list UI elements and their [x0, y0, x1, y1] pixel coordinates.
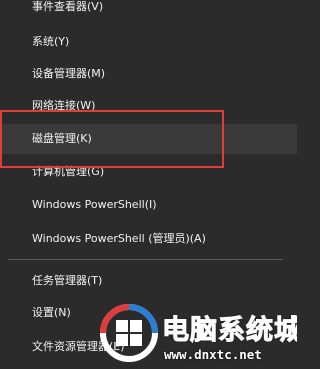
windows-logo-icon — [100, 304, 158, 362]
menu-separator — [8, 259, 283, 260]
watermark-url: www.dnxtc.net — [164, 347, 262, 362]
menu-item-event-viewer[interactable]: 事件查看器(V) — [0, 0, 297, 22]
winx-context-menu: 事件查看器(V) 系统(Y) 设备管理器(M) 网络连接(W) 磁盘管理(K) … — [0, 0, 297, 369]
watermark: 电脑系统城 www.dnxtc.net — [100, 304, 297, 369]
menu-item-task-manager[interactable]: 任务管理器(T) — [0, 266, 297, 296]
menu-item-system[interactable]: 系统(Y) — [0, 27, 297, 57]
menu-item-windows-powershell[interactable]: Windows PowerShell(I) — [0, 190, 297, 220]
watermark-title: 电脑系统城 — [162, 315, 298, 347]
highlight-annotation-box — [0, 110, 224, 168]
menu-item-windows-powershell-admin[interactable]: Windows PowerShell (管理员)(A) — [0, 224, 297, 254]
menu-item-device-manager[interactable]: 设备管理器(M) — [0, 59, 297, 89]
